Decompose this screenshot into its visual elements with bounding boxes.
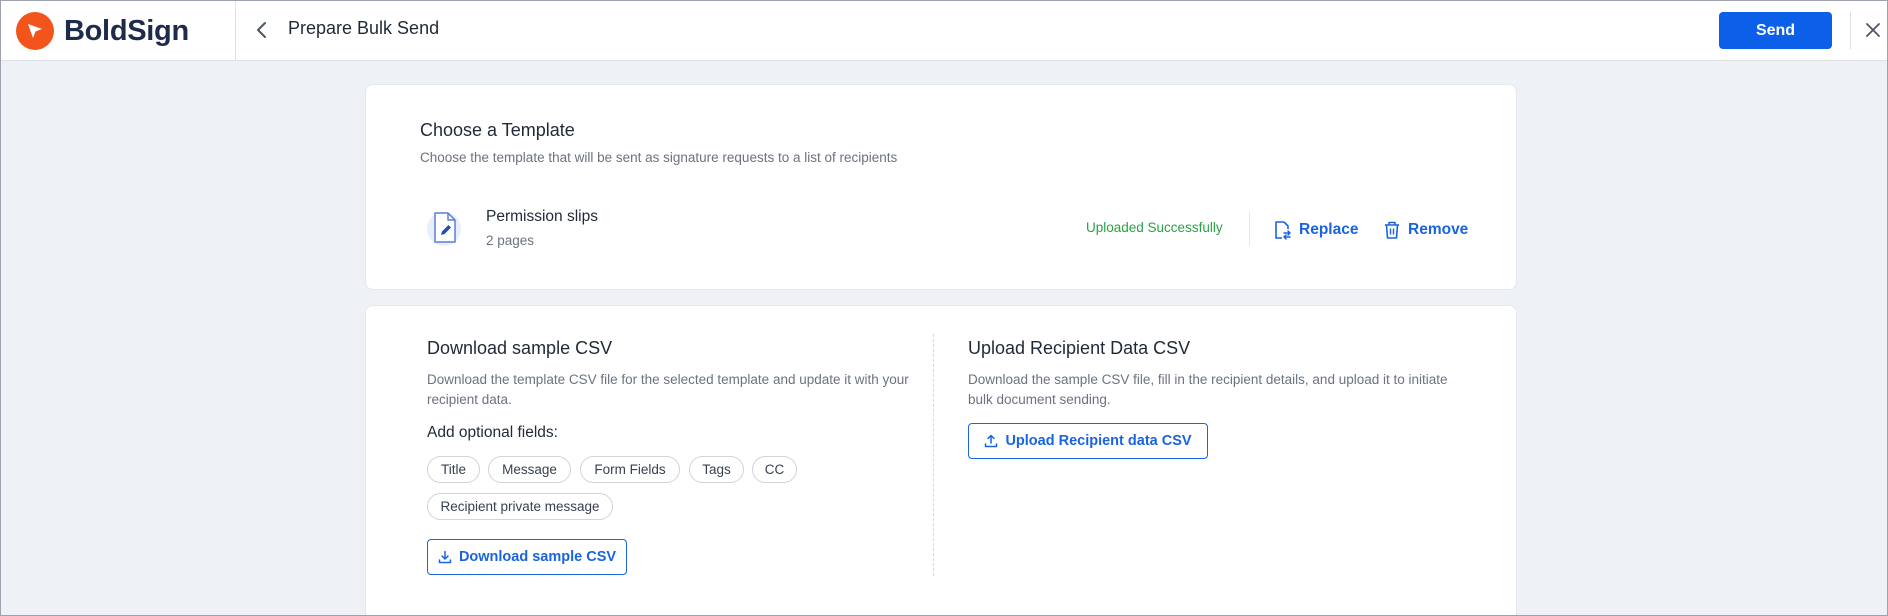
boldsign-logo[interactable]: BoldSign: [16, 12, 189, 50]
template-file-name: Permission slips: [486, 208, 598, 225]
app-header: BoldSign Prepare Bulk Send Send: [0, 0, 1888, 61]
column-divider: [933, 334, 934, 576]
trash-icon: [1385, 221, 1399, 239]
chip-cc[interactable]: CC: [752, 456, 797, 483]
header-divider-right: [1850, 12, 1851, 49]
upload-section-title: Upload Recipient Data CSV: [968, 338, 1191, 358]
template-section-description: Choose the template that will be sent as…: [420, 150, 898, 165]
optional-fields-label: Add optional fields:: [427, 424, 558, 441]
replace-label: Replace: [1299, 221, 1359, 238]
chip-recipient-private-message[interactable]: Recipient private message: [427, 493, 613, 520]
brand-name: BoldSign: [64, 14, 189, 47]
send-button[interactable]: Send: [1719, 12, 1832, 49]
chip-message[interactable]: Message: [488, 456, 571, 483]
download-section-title: Download sample CSV: [427, 338, 613, 358]
chip-title[interactable]: Title: [427, 456, 480, 483]
action-divider: [1249, 212, 1250, 246]
csv-card: Download sample CSV Download the templat…: [365, 305, 1517, 616]
chip-form-fields[interactable]: Form Fields: [580, 456, 680, 483]
document-edit-icon: [424, 205, 468, 249]
chip-tags[interactable]: Tags: [689, 456, 744, 483]
replace-button[interactable]: Replace: [1272, 220, 1358, 240]
template-page-count: 2 pages: [486, 233, 535, 248]
upload-button-label: Upload Recipient data CSV: [1005, 433, 1192, 449]
download-icon: [438, 550, 452, 564]
page-title: Prepare Bulk Send: [288, 18, 440, 38]
download-button-label: Download sample CSV: [458, 549, 617, 565]
template-card: Choose a Template Choose the template th…: [365, 84, 1517, 290]
download-section-description: Download the template CSV file for the s…: [427, 372, 909, 407]
upload-section-description: Download the sample CSV file, fill in th…: [968, 372, 1448, 407]
chevron-left-icon: [257, 22, 266, 38]
upload-recipient-csv-button[interactable]: Upload Recipient data CSV: [968, 423, 1208, 459]
header-divider: [235, 0, 236, 60]
remove-label: Remove: [1408, 221, 1469, 238]
download-sample-csv-button[interactable]: Download sample CSV: [427, 539, 627, 575]
remove-button[interactable]: Remove: [1383, 220, 1468, 240]
back-button[interactable]: [250, 18, 274, 42]
upload-icon: [985, 434, 998, 448]
boldsign-logo-icon: [16, 12, 54, 50]
upload-status: Uploaded Successfully: [1086, 220, 1223, 235]
close-button[interactable]: [1862, 19, 1884, 41]
replace-file-icon: [1275, 221, 1291, 240]
close-icon: [1866, 23, 1880, 37]
template-section-title: Choose a Template: [420, 120, 575, 140]
